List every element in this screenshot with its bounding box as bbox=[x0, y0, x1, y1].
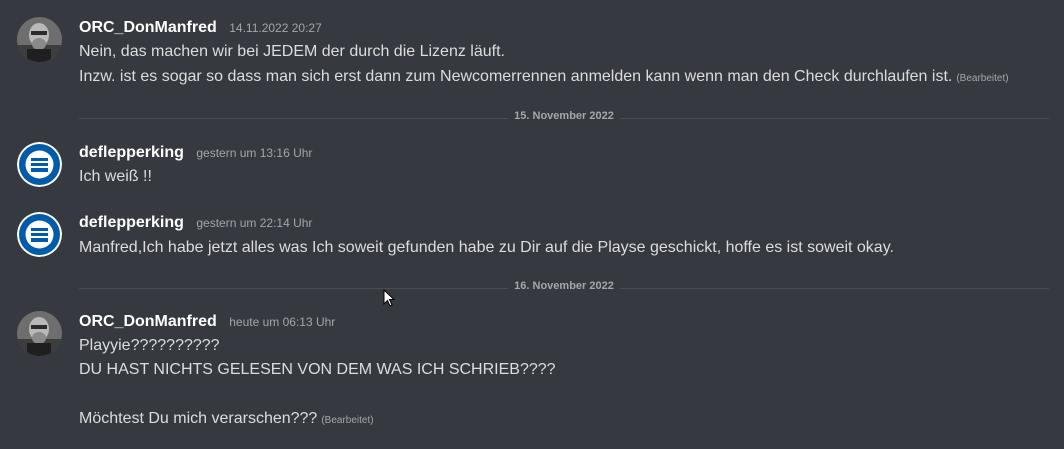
avatar[interactable] bbox=[17, 212, 62, 257]
avatar[interactable] bbox=[17, 17, 62, 62]
message-timestamp[interactable]: heute um 06:13 Uhr bbox=[229, 315, 335, 329]
message-author[interactable]: ORC_DonManfred bbox=[79, 19, 217, 37]
message-text: Nein, das machen wir bei JEDEM der durch… bbox=[79, 43, 505, 60]
date-divider: 16. November 2022 bbox=[79, 280, 1049, 292]
edited-label: (Bearbeitet) bbox=[956, 73, 1009, 84]
mouse-cursor-icon bbox=[383, 289, 395, 307]
avatar[interactable] bbox=[17, 142, 62, 187]
message-author[interactable]: deflepperking bbox=[79, 144, 184, 162]
avatar[interactable] bbox=[17, 311, 62, 356]
message-timestamp[interactable]: gestern um 13:16 Uhr bbox=[196, 146, 312, 160]
message-text: Ich weiß !! bbox=[79, 168, 152, 185]
message-text: Playyie?????????? bbox=[79, 337, 220, 354]
hertha-bsc-logo bbox=[17, 212, 62, 257]
chat-message-list: ORC_DonManfred 14.11.2022 20:27 Nein, da… bbox=[0, 0, 1064, 449]
message-text: Manfred,Ich habe jetzt alles was Ich sow… bbox=[79, 239, 894, 256]
message-timestamp[interactable]: gestern um 22:14 Uhr bbox=[196, 216, 312, 230]
edited-label: (Bearbeitet) bbox=[321, 415, 374, 426]
message-text: Inzw. ist es sogar so dass man sich erst… bbox=[79, 68, 1009, 85]
message-timestamp[interactable]: 14.11.2022 20:27 bbox=[229, 21, 322, 35]
hertha-bsc-logo bbox=[17, 142, 62, 187]
message-author[interactable]: ORC_DonManfred bbox=[79, 313, 217, 331]
date-divider-label: 15. November 2022 bbox=[508, 110, 620, 122]
message-author[interactable]: deflepperking bbox=[79, 214, 184, 232]
date-divider-label: 16. November 2022 bbox=[508, 280, 620, 292]
message-text: Möchtest Du mich verarschen??? (Bearbeite… bbox=[79, 410, 374, 427]
date-divider: 15. November 2022 bbox=[79, 110, 1049, 122]
message-text: DU HAST NICHTS GELESEN VON DEM WAS ICH S… bbox=[79, 361, 556, 378]
